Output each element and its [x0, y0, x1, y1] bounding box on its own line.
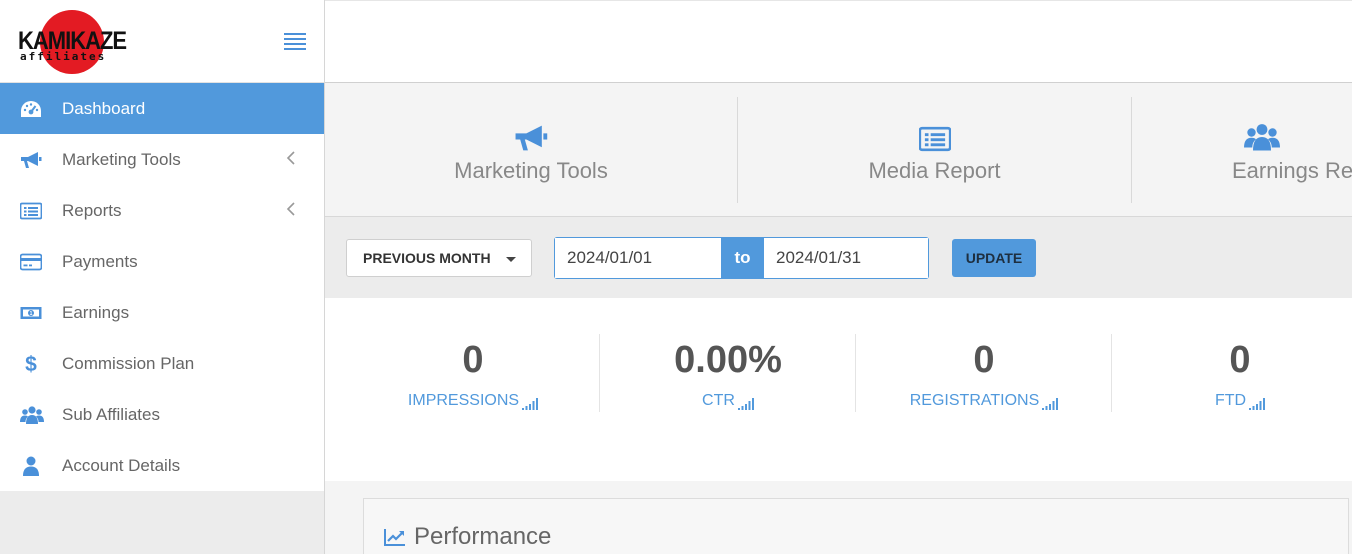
period-dropdown-label: PREVIOUS MONTH — [363, 250, 491, 266]
stat-label: REGISTRATIONS — [909, 392, 1040, 409]
dashboard-gauge-icon — [0, 100, 62, 118]
sidebar-item-earnings[interactable]: 1 Earnings — [0, 287, 324, 338]
stat-ftd: 0 FTD — [1112, 334, 1352, 410]
quicknav-marketing-tools[interactable]: Marketing Tools — [325, 83, 737, 217]
users-icon — [0, 405, 62, 425]
money-bill-icon: 1 — [0, 304, 62, 322]
date-range-separator: to — [721, 238, 764, 278]
sidebar-item-label: Marketing Tools — [62, 149, 181, 169]
sidebar-item-dashboard[interactable]: Dashboard — [0, 83, 324, 134]
quicknav-label: Marketing Tools — [454, 158, 608, 183]
sidebar-item-account-details[interactable]: Account Details — [0, 440, 324, 491]
stat-link-ctr[interactable]: CTR — [702, 392, 754, 410]
performance-title-text: Performance — [414, 523, 552, 550]
performance-card: Performance — [363, 498, 1349, 554]
stat-value: 0 — [973, 339, 995, 381]
sidebar-item-commission-plan[interactable]: $ Commission Plan — [0, 338, 324, 389]
list-report-icon — [0, 202, 62, 220]
dollar-sign-icon: $ — [0, 353, 62, 375]
sidebar-item-label: Sub Affiliates — [62, 404, 160, 424]
chevron-left-icon — [286, 202, 295, 216]
svg-text:$: $ — [25, 353, 37, 375]
signal-bars-icon — [1249, 398, 1266, 410]
performance-title: Performance — [384, 523, 551, 551]
sidebar-item-sub-affiliates[interactable]: Sub Affiliates — [0, 389, 324, 440]
sidebar: KAMIKAZE affiliates Dashboard Marketing … — [0, 0, 325, 554]
stat-label: CTR — [702, 392, 735, 409]
stat-link-registrations[interactable]: REGISTRATIONS — [910, 392, 1059, 410]
line-chart-icon — [384, 528, 406, 546]
update-button[interactable]: UPDATE — [952, 239, 1036, 277]
stat-label: IMPRESSIONS — [407, 392, 520, 409]
sidebar-item-payments[interactable]: Payments — [0, 236, 324, 287]
sidebar-item-marketing-tools[interactable]: Marketing Tools — [0, 134, 324, 185]
quicknav-media-report[interactable]: Media Report — [738, 83, 1131, 217]
logo-subtitle: affiliates — [20, 50, 107, 63]
signal-bars-icon — [522, 398, 539, 410]
date-range: to — [554, 237, 929, 279]
stat-value: 0 — [462, 339, 484, 381]
credit-card-icon — [0, 253, 62, 271]
sidebar-item-label: Account Details — [62, 455, 181, 475]
period-dropdown[interactable]: PREVIOUS MONTH — [346, 239, 532, 277]
stat-registrations: 0 REGISTRATIONS — [856, 334, 1112, 410]
brand-header: KAMIKAZE affiliates — [0, 0, 324, 83]
stat-ctr: 0.00% CTR — [600, 334, 856, 410]
quick-nav: Marketing Tools Media Report Earnings Re… — [325, 83, 1352, 217]
date-from-input[interactable] — [555, 238, 721, 278]
megaphone-icon — [0, 151, 62, 169]
stat-value: 0.00% — [674, 339, 782, 381]
stat-link-ftd[interactable]: FTD — [1214, 392, 1266, 410]
quicknav-label: Earnings Rep — [1232, 158, 1352, 183]
sidebar-item-label: Dashboard — [62, 98, 146, 118]
stat-impressions: 0 IMPRESSIONS — [345, 334, 601, 410]
sidebar-item-label: Commission Plan — [62, 353, 195, 373]
sidebar-item-label: Earnings — [62, 302, 130, 322]
signal-bars-icon — [1042, 398, 1059, 410]
sidebar-menu: Dashboard Marketing Tools Reports Paymen… — [0, 83, 324, 491]
megaphone-icon — [514, 116, 548, 152]
date-filter-bar: PREVIOUS MONTH to UPDATE — [325, 217, 1352, 298]
user-icon — [0, 456, 62, 476]
performance-section: Performance — [325, 481, 1352, 554]
quicknav-label: Media Report — [868, 158, 1001, 183]
sidebar-item-label: Reports — [62, 200, 122, 220]
list-report-icon — [918, 116, 951, 152]
top-bar — [325, 0, 1352, 83]
app: KAMIKAZE affiliates Dashboard Marketing … — [0, 0, 1352, 554]
menu-toggle-icon[interactable] — [284, 33, 306, 50]
users-icon — [1232, 116, 1292, 152]
caret-down-icon — [506, 257, 516, 262]
stat-link-impressions[interactable]: IMPRESSIONS — [407, 392, 539, 410]
sidebar-item-label: Payments — [62, 251, 138, 271]
stat-label: FTD — [1214, 392, 1247, 409]
stats-summary: 0 IMPRESSIONS 0.00% CTR 0 REGISTRATIONS … — [325, 298, 1352, 481]
chevron-left-icon — [286, 151, 295, 165]
signal-bars-icon — [737, 398, 754, 410]
date-to-input[interactable] — [764, 238, 928, 278]
svg-text:1: 1 — [30, 311, 33, 317]
logo[interactable]: KAMIKAZE affiliates — [18, 10, 128, 76]
quicknav-earnings-report[interactable]: Earnings Rep — [1132, 83, 1352, 217]
sidebar-item-reports[interactable]: Reports — [0, 185, 324, 236]
stat-value: 0 — [1229, 339, 1251, 381]
